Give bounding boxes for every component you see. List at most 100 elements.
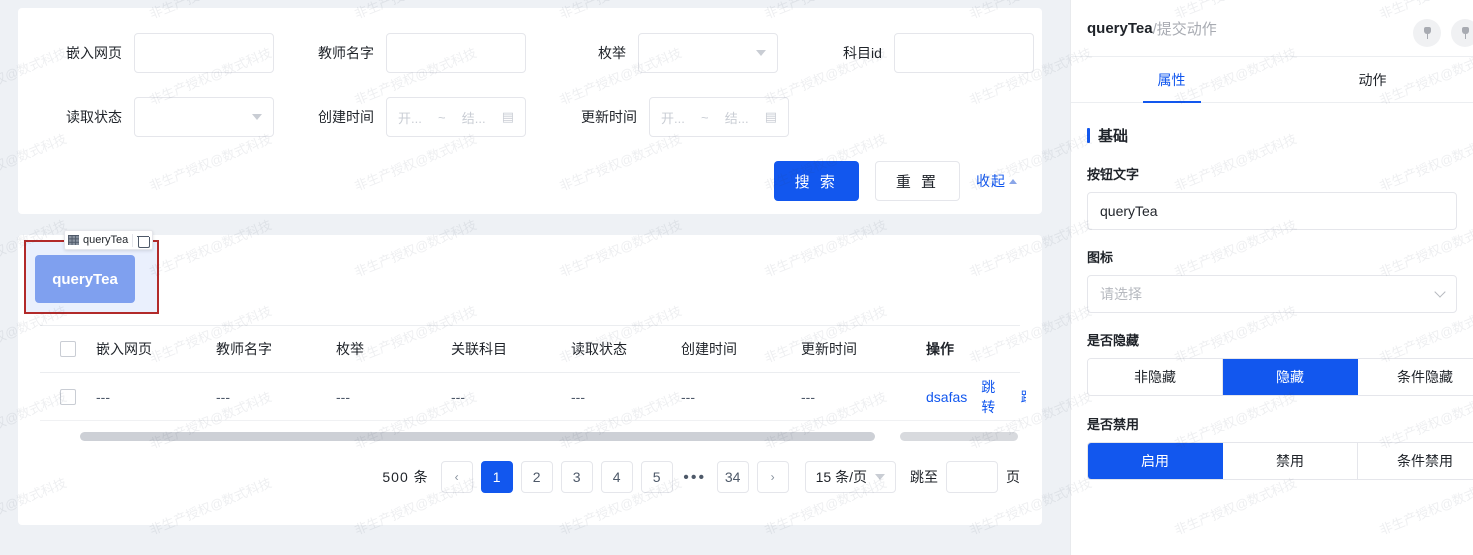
calendar-icon: ▤ [764, 109, 777, 124]
column-header[interactable]: 更新时间 [801, 339, 926, 359]
icon-label: 图标 [1087, 250, 1114, 265]
column-header[interactable]: 关联科目 [451, 339, 571, 359]
drag-handle-icon[interactable] [68, 235, 79, 245]
date-start-placeholder: 开... [398, 110, 422, 126]
select-all-checkbox[interactable] [60, 341, 76, 357]
field-teacher-name: 教师名字 [318, 33, 526, 73]
pagination-page-1[interactable]: 1 [480, 461, 513, 493]
scrollbar-thumb[interactable] [80, 432, 875, 441]
row-select-cell[interactable] [40, 388, 96, 405]
pin-icon [1423, 27, 1432, 39]
table-cell: --- [451, 388, 465, 405]
hidden-option-conditional[interactable]: 条件隐藏 [1358, 359, 1473, 395]
widget-toolbar: queryTea [64, 230, 154, 250]
search-form-card: 嵌入网页 教师名字 枚举 科目id 读取状态 创建时间 开... ~ 结... … [18, 8, 1042, 214]
date-separator: ~ [700, 109, 709, 125]
date-end-placeholder: 结... [461, 110, 486, 126]
row-action-jump[interactable]: 跳转 [981, 377, 1006, 417]
jump-page-input[interactable] [946, 461, 998, 493]
column-header[interactable]: 嵌入网页 [96, 339, 216, 359]
search-input-teacher-name[interactable] [386, 33, 526, 73]
tab-actions[interactable]: 动作 [1272, 57, 1473, 102]
table-cell: --- [96, 388, 110, 405]
pagination-page-4[interactable]: 4 [600, 461, 633, 493]
button-text-label: 按钮文字 [1087, 167, 1140, 182]
pin-button[interactable] [1413, 19, 1441, 47]
button-text-input[interactable]: queryTea [1087, 192, 1457, 230]
search-daterange-update-time[interactable]: 开... ~ 结... ▤ [649, 97, 789, 137]
field-enum: 枚举 [598, 33, 778, 73]
section-title-label: 基础 [1098, 128, 1129, 145]
table-horizontal-scrollbar[interactable] [80, 432, 1020, 441]
icon-select[interactable]: 请选择 [1087, 275, 1457, 313]
panel-secondary-button[interactable] [1451, 19, 1473, 47]
table-row: --- --- --- --- --- --- --- dsafas 跳转 跳 [40, 373, 1026, 421]
tab-properties[interactable]: 属性 [1071, 57, 1272, 102]
panel-header: queryTea /提交动作 [1071, 0, 1473, 57]
field-label: 枚举 [598, 45, 626, 61]
date-end-placeholder: 结... [724, 110, 749, 126]
search-button[interactable]: 搜 索 [773, 161, 859, 201]
disabled-option-enabled[interactable]: 启用 [1088, 443, 1223, 479]
collapse-label: 收起 [976, 173, 1006, 189]
chevron-up-icon [1009, 178, 1017, 184]
trash-icon[interactable] [137, 234, 151, 248]
icon-select-placeholder: 请选择 [1100, 286, 1142, 302]
page-size-value: 15 条/页 [815, 469, 867, 485]
pagination-prev-button[interactable]: ‹ [440, 461, 473, 493]
disabled-option-conditional[interactable]: 条件禁用 [1358, 443, 1473, 479]
pagination-ellipsis[interactable]: ••• [681, 461, 709, 493]
field-label: 教师名字 [318, 45, 374, 61]
scrollbar-thumb-secondary[interactable] [900, 432, 1018, 441]
column-header[interactable]: 读取状态 [571, 339, 681, 359]
column-header[interactable]: 创建时间 [681, 339, 801, 359]
column-header[interactable]: 操作 [926, 339, 1026, 359]
pagination-last-page[interactable]: 34 [716, 461, 749, 493]
hidden-segmented-control: 非隐藏 隐藏 条件隐藏 [1087, 358, 1473, 396]
disabled-segmented-control: 启用 禁用 条件禁用 [1087, 442, 1473, 480]
chevron-down-icon [875, 474, 885, 480]
row-action-overflow[interactable]: 跳 [1021, 387, 1026, 407]
panel-body: 基础 按钮文字 queryTea 图标 请选择 是否隐藏 非隐藏 隐藏 条件隐藏… [1071, 103, 1473, 480]
pagination-page-5[interactable]: 5 [640, 461, 673, 493]
row-actions: dsafas 跳转 跳 [926, 377, 1026, 417]
table-card: 嵌入网页 教师名字 枚举 关联科目 读取状态 创建时间 更新时间 操作 --- … [18, 235, 1042, 525]
row-checkbox[interactable] [60, 388, 76, 405]
search-select-enum[interactable] [638, 33, 778, 73]
table-cell: --- [801, 388, 815, 405]
section-basic: 基础 [1087, 125, 1457, 146]
collapse-toggle[interactable]: 收起 [976, 171, 1017, 191]
jump-label: 跳至 [910, 469, 938, 485]
disabled-option-disabled[interactable]: 禁用 [1223, 443, 1358, 479]
field-embed-page: 嵌入网页 [66, 33, 274, 73]
search-daterange-create-time[interactable]: 开... ~ 结... ▤ [386, 97, 526, 137]
search-input-subject-id[interactable] [893, 33, 1034, 73]
field-label: 创建时间 [318, 109, 374, 125]
column-header[interactable]: 枚举 [336, 339, 451, 359]
design-canvas: 嵌入网页 教师名字 枚举 科目id 读取状态 创建时间 开... ~ 结... … [0, 0, 1070, 555]
disabled-label: 是否禁用 [1087, 417, 1140, 432]
table-header-row: 嵌入网页 教师名字 枚举 关联科目 读取状态 创建时间 更新时间 操作 [40, 325, 1020, 373]
page-size-select[interactable]: 15 条/页 [804, 461, 896, 493]
search-select-read-status[interactable] [134, 97, 274, 137]
row-action-dsafas[interactable]: dsafas [926, 389, 967, 405]
toolbar-divider [132, 233, 134, 247]
field-create-time: 创建时间 开... ~ 结... ▤ [318, 97, 526, 137]
hidden-option-hidden[interactable]: 隐藏 [1223, 359, 1358, 395]
pagination-page-2[interactable]: 2 [520, 461, 553, 493]
hidden-label: 是否隐藏 [1087, 333, 1140, 348]
widget-query-tea-button[interactable]: queryTea [35, 255, 135, 303]
table-cell: --- [571, 388, 585, 405]
column-header[interactable]: 教师名字 [216, 339, 336, 359]
chevron-right-icon: › [770, 470, 775, 484]
selected-widget-frame[interactable]: queryTea queryTea [24, 230, 159, 314]
chevron-left-icon: ‹ [454, 470, 459, 484]
pagination-next-button[interactable]: › [756, 461, 789, 493]
reset-button[interactable]: 重 置 [874, 161, 960, 201]
pagination-page-3[interactable]: 3 [560, 461, 593, 493]
hidden-option-not-hidden[interactable]: 非隐藏 [1088, 359, 1223, 395]
search-input-embed-page[interactable] [134, 33, 274, 73]
field-label: 更新时间 [581, 109, 637, 125]
select-all-cell[interactable] [40, 341, 96, 357]
field-subject-id: 科目id [843, 33, 1034, 73]
